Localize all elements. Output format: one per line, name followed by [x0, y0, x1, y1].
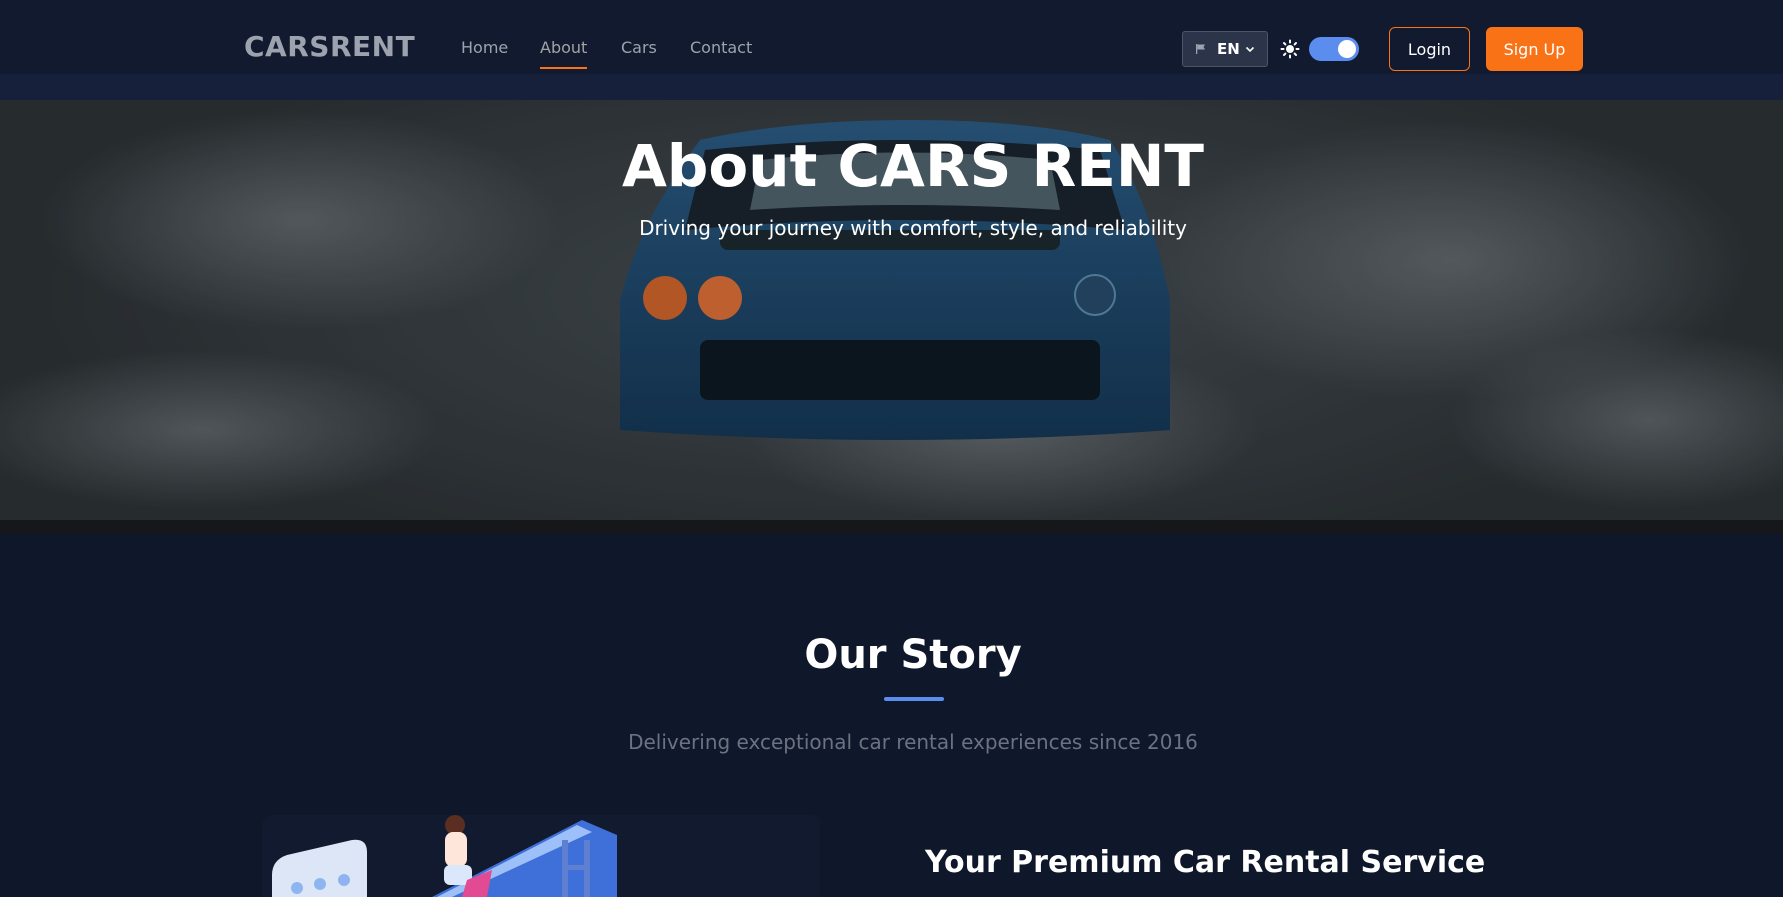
section-title: Our Story	[804, 632, 1022, 678]
signup-button[interactable]: Sign Up	[1486, 27, 1583, 71]
sun-icon	[1280, 39, 1300, 59]
hero-title: About CARS RENT	[622, 132, 1204, 200]
hero-subtitle: Driving your journey with comfort, style…	[639, 216, 1187, 240]
nav-link-contact[interactable]: Contact	[690, 38, 752, 57]
navbar-strip	[0, 74, 1783, 100]
nav-link-home[interactable]: Home	[461, 38, 508, 57]
login-button[interactable]: Login	[1389, 27, 1470, 71]
flag-icon	[1196, 44, 1205, 54]
active-nav-indicator	[540, 67, 587, 69]
nav-link-about[interactable]: About	[540, 38, 587, 57]
rental-illustration	[272, 815, 617, 897]
theme-toggle[interactable]	[1309, 37, 1359, 61]
language-selector[interactable]: EN	[1182, 31, 1268, 67]
feature-title: Your Premium Car Rental Service	[925, 845, 1486, 880]
chevron-down-icon	[1245, 46, 1254, 53]
toggle-knob	[1338, 40, 1356, 58]
brand-logo[interactable]: CARSRENT	[244, 30, 415, 63]
section-subtitle: Delivering exceptional car rental experi…	[628, 730, 1198, 754]
section-divider	[884, 697, 944, 701]
nav-link-cars[interactable]: Cars	[621, 38, 657, 57]
language-label: EN	[1217, 40, 1240, 58]
